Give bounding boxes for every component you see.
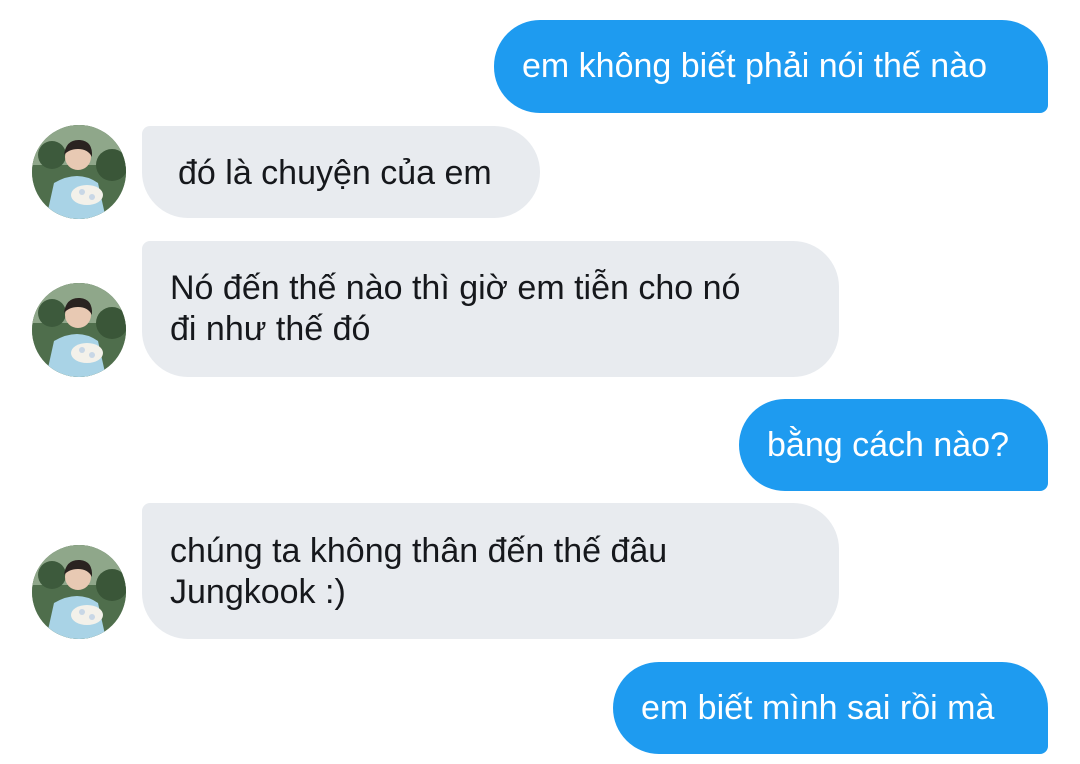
message-bubble-received[interactable]: chúng ta không thân đến thế đâu Jungkook… — [142, 503, 839, 639]
contact-avatar[interactable] — [32, 283, 126, 377]
message-bubble-sent[interactable]: em không biết phải nói thế nào — [494, 20, 1048, 113]
avatar-photo-icon — [32, 283, 126, 377]
message-bubble-received[interactable]: đó là chuyện của em — [142, 126, 540, 218]
contact-avatar[interactable] — [32, 545, 126, 639]
message-bubble-sent[interactable]: em biết mình sai rồi mà — [613, 662, 1048, 754]
message-text-line: chúng ta không thân đến thế đâu — [170, 532, 668, 570]
message-text: em không biết phải nói thế nào — [522, 47, 988, 85]
message-text-line: Nó đến thế nào thì giờ em tiễn cho nó — [170, 269, 741, 307]
message-text-line: Jungkook :) — [170, 573, 346, 611]
avatar-photo-icon — [32, 125, 126, 219]
message-text: em biết mình sai rồi mà — [641, 689, 995, 727]
message-bubble-sent[interactable]: bằng cách nào? — [739, 399, 1048, 491]
contact-avatar[interactable] — [32, 125, 126, 219]
message-text-line: đi như thế đó — [170, 310, 371, 348]
message-text: bằng cách nào? — [767, 426, 1009, 464]
message-text: đó là chuyện của em — [178, 154, 492, 192]
message-bubble-received[interactable]: Nó đến thế nào thì giờ em tiễn cho nó đi… — [142, 241, 839, 377]
avatar-photo-icon — [32, 545, 126, 639]
